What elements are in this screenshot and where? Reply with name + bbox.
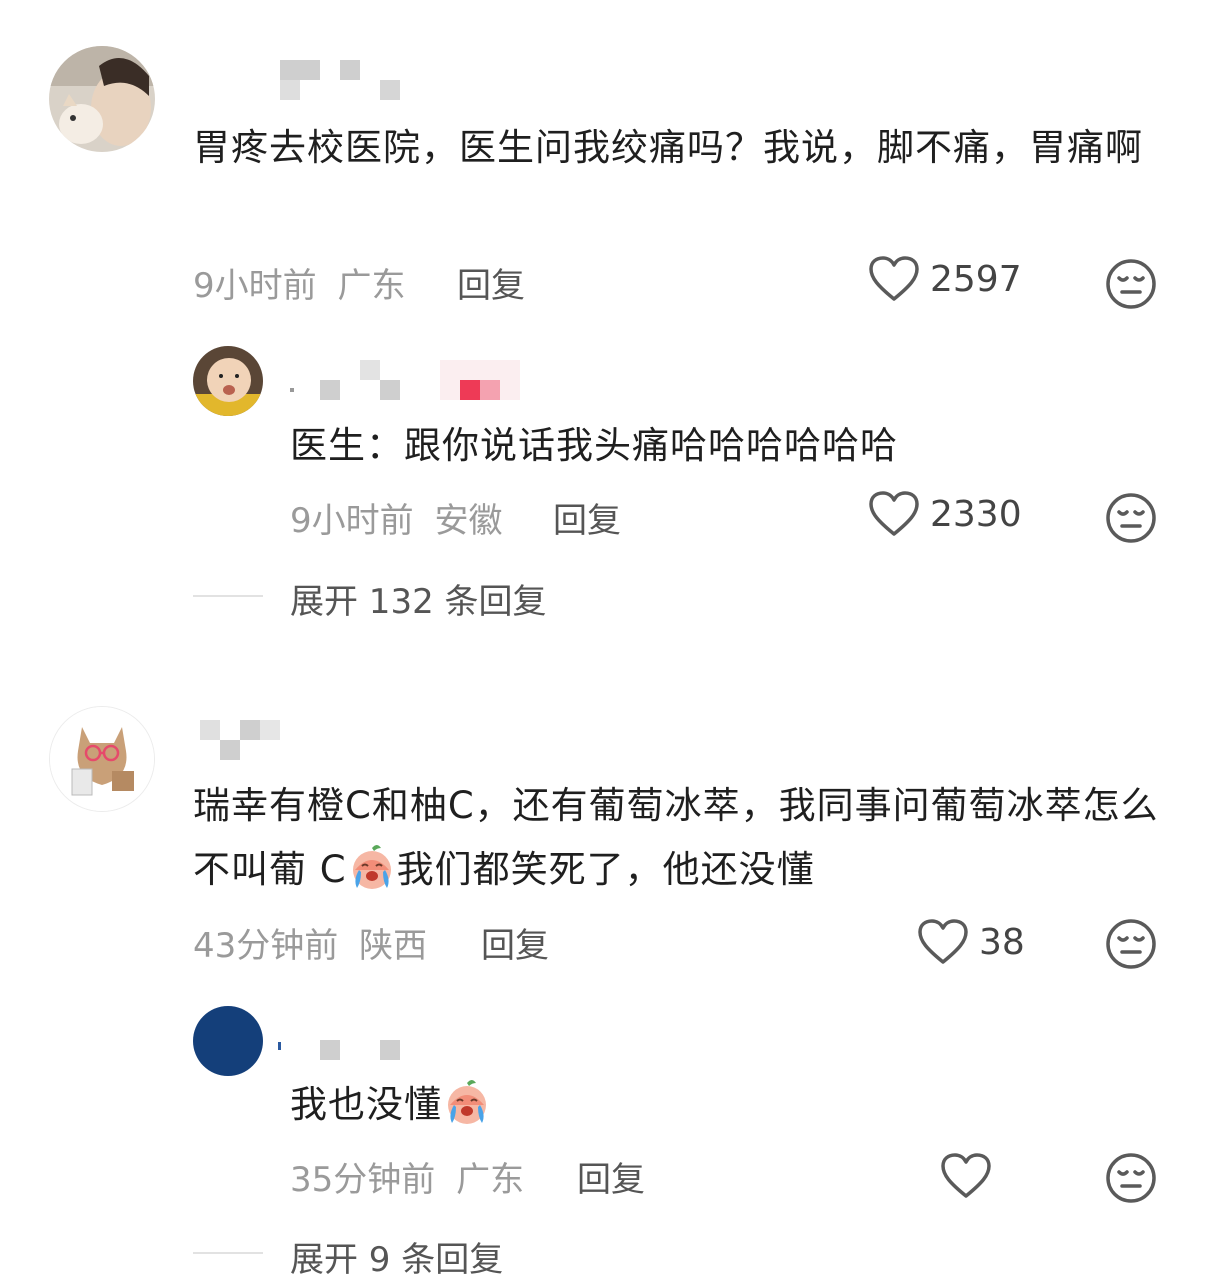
reply-like-button[interactable]: 2330	[868, 490, 1022, 538]
username-mosaic[interactable]	[200, 720, 280, 760]
comment-location: 广东	[337, 266, 406, 306]
meh-face-icon	[1106, 493, 1156, 543]
reply-button[interactable]: 回复	[481, 918, 549, 967]
like-button[interactable]: 2597	[868, 255, 1022, 303]
expand-replies-button[interactable]: 展开 132 条回复	[290, 574, 547, 623]
reply-dislike-button[interactable]	[1105, 492, 1157, 548]
comment-meta: 9小时前 广东	[193, 258, 405, 307]
comment-time: 9小时前	[193, 266, 317, 306]
reply-button[interactable]: 回复	[457, 258, 525, 307]
reply-text: 医生：跟你说话我头痛哈哈哈哈哈哈	[290, 424, 898, 467]
comment-text-part2: 我们都笑死了，他还没懂	[396, 848, 815, 891]
meh-face-icon	[1106, 919, 1156, 969]
comment-1: 胃疼去校医院，医生问我绞痛吗？我说，脚不痛，胃痛啊 9小时前 广东 回复 259…	[0, 0, 1206, 650]
reply-text: 我也没懂	[290, 1073, 1150, 1137]
expand-divider	[193, 595, 263, 597]
reply-reply-button[interactable]: 回复	[553, 493, 621, 542]
heart-outline-icon	[918, 919, 968, 964]
reply-time: 35分钟前	[290, 1160, 436, 1200]
dislike-button[interactable]	[1105, 918, 1157, 974]
reply-username-mosaic[interactable]	[278, 1040, 408, 1062]
reply-text-content: 我也没懂	[290, 1083, 442, 1126]
expand-divider	[193, 1252, 263, 1254]
like-count: 2597	[930, 258, 1022, 300]
comment-time: 43分钟前	[193, 926, 339, 966]
reply-reply-button[interactable]: 回复	[577, 1152, 645, 1201]
reply-meta: 9小时前 安徽	[290, 493, 502, 542]
reply-user-avatar[interactable]	[193, 1006, 263, 1076]
reply-like-button[interactable]	[940, 1152, 992, 1200]
crying-laughing-peach-emoji	[352, 845, 391, 889]
user-avatar[interactable]	[49, 706, 155, 812]
heart-outline-icon	[869, 256, 919, 301]
dislike-button[interactable]	[1105, 258, 1157, 314]
expand-replies-button[interactable]: 展开 9 条回复	[290, 1232, 503, 1281]
comment-text: 胃疼去校医院，医生问我绞痛吗？我说，脚不痛，胃痛啊	[193, 126, 1143, 169]
reply-username-mosaic[interactable]	[290, 360, 520, 400]
reply-user-avatar[interactable]	[193, 346, 263, 416]
reply-time: 9小时前	[290, 501, 414, 541]
heart-outline-icon	[941, 1153, 991, 1198]
username-mosaic[interactable]	[280, 60, 420, 100]
heart-outline-icon	[869, 491, 919, 536]
meh-face-icon	[1106, 1153, 1156, 1203]
like-button[interactable]: 38	[917, 918, 1025, 966]
reply-dislike-button[interactable]	[1105, 1152, 1157, 1208]
reply-meta: 35分钟前 广东	[290, 1152, 524, 1201]
meh-face-icon	[1106, 259, 1156, 309]
comment-meta: 43分钟前 陕西	[193, 918, 427, 967]
comment-location: 陕西	[359, 926, 428, 966]
like-count: 38	[979, 921, 1025, 963]
user-avatar[interactable]	[49, 46, 155, 152]
reply-location: 广东	[456, 1160, 525, 1200]
comment-text: 瑞幸有橙C和柚C，还有葡萄冰萃，我同事问葡萄冰萃怎么不叫葡 C 我们都笑死了，他…	[193, 774, 1161, 902]
comment-text-part1: 瑞幸有橙C和柚C，还有葡萄冰萃，我同事问葡萄冰萃怎么不叫葡 C	[193, 784, 1159, 891]
reply-location: 安徽	[434, 501, 503, 541]
crying-laughing-peach-emoji	[448, 1080, 486, 1124]
reply-like-count: 2330	[930, 493, 1022, 535]
